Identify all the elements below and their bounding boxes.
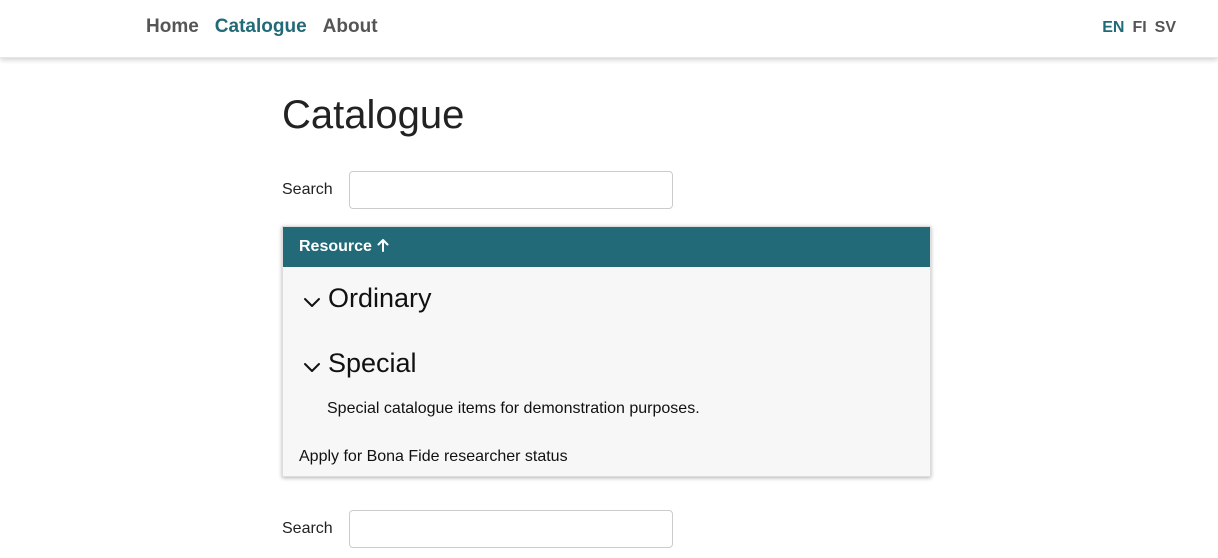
arrow-up-icon [377,238,389,257]
nav-link-about[interactable]: About [323,16,378,38]
top-navbar: Home Catalogue About EN FI SV [0,0,1218,58]
search-row-top: Search [282,171,673,209]
search-input[interactable] [349,171,673,209]
search-row-bottom: Search [282,510,673,548]
lang-sv[interactable]: SV [1155,19,1176,37]
category-description: Special catalogue items for demonstratio… [327,400,700,417]
nav-link-home[interactable]: Home [146,16,199,38]
lang-en[interactable]: EN [1102,19,1124,37]
resource-header-label: Resource [299,238,372,255]
chevron-down-icon [301,291,323,313]
language-switcher: EN FI SV [1102,19,1176,37]
search-label: Search [282,181,333,198]
resource-column-header[interactable]: Resource [283,227,930,267]
category-title: Ordinary [328,283,432,313]
lang-fi[interactable]: FI [1132,19,1146,37]
category-special[interactable]: Special [301,348,417,379]
search-input-bottom[interactable] [349,510,673,548]
catalogue-table: Resource Ordinary Special Special catalo… [282,226,931,477]
nav-links: Home Catalogue About [146,16,378,38]
search-label: Search [282,520,333,537]
category-title: Special [328,348,417,378]
page-title: Catalogue [282,93,465,137]
nav-link-catalogue[interactable]: Catalogue [215,16,307,38]
category-ordinary[interactable]: Ordinary [301,283,432,314]
apply-bona-fide-link[interactable]: Apply for Bona Fide researcher status [299,448,568,466]
chevron-down-icon [301,356,323,378]
